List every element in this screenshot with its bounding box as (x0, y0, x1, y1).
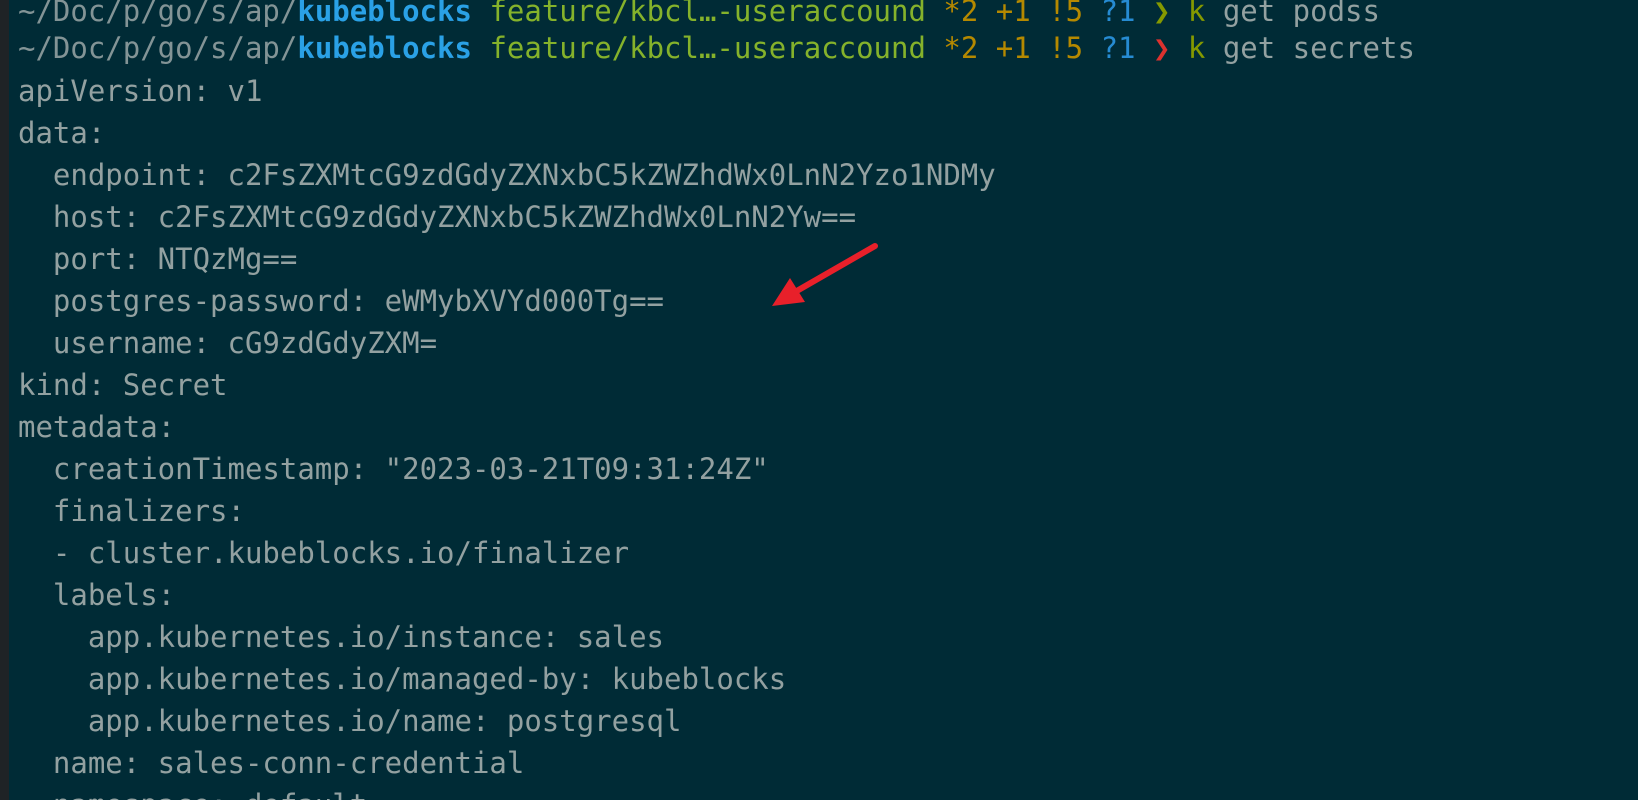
output-line: kind: Secret (18, 368, 228, 402)
command-args: get podss (1222, 0, 1380, 28)
prompt-symbol-ok: ❯ (1152, 0, 1171, 28)
prompt-staged-count: *2 (943, 31, 979, 65)
output-line: host: c2FsZXMtcG9zdGdyZXNxbC5kZWZhdWx0Ln… (18, 200, 857, 234)
output-line-password: postgres-password: eWMybXVYd000Tg== (18, 284, 665, 318)
prompt-path: ~/Doc/p/go/s/ap/ (18, 31, 298, 65)
prompt-branch: feature/kbcl…-useraccound (489, 31, 926, 65)
prompt-added-count: +1 (995, 0, 1031, 28)
prompt-modified-count: !5 (1048, 0, 1084, 28)
command-args: get secrets (1222, 31, 1415, 65)
output-line: port: NTQzMg== (18, 242, 298, 276)
window-left-border (0, 0, 9, 800)
output-line: name: sales-conn-credential (18, 746, 525, 780)
prompt-untracked-count: ?1 (1100, 0, 1136, 28)
prompt-added-count: +1 (995, 31, 1031, 65)
output-line: labels: (18, 578, 176, 612)
prompt-symbol-error: ❯ (1152, 31, 1171, 65)
output-line: apiVersion: v1 (18, 74, 263, 108)
prompt-modified-count: !5 (1048, 31, 1084, 65)
prompt-line-2: ~/Doc/p/go/s/ap/kubeblocks feature/kbcl…… (18, 27, 1415, 69)
output-line: finalizers: (18, 494, 245, 528)
prompt-path: ~/Doc/p/go/s/ap/ (18, 0, 298, 28)
output-line: app.kubernetes.io/managed-by: kubeblocks (18, 662, 787, 696)
output-line: creationTimestamp: "2023-03-21T09:31:24Z… (18, 452, 769, 486)
output-line: username: cG9zdGdyZXM= (18, 326, 438, 360)
prompt-repo: kubeblocks (297, 31, 472, 65)
output-line: data: (18, 116, 106, 150)
prompt-untracked-count: ?1 (1100, 31, 1136, 65)
prompt-staged-count: *2 (943, 0, 979, 28)
output-line: namespace: default (18, 784, 367, 800)
command-name: k (1187, 31, 1206, 65)
output-line: endpoint: c2FsZXMtcG9zdGdyZXNxbC5kZWZhdW… (18, 158, 996, 192)
output-line: app.kubernetes.io/name: postgresql (18, 704, 682, 738)
output-line: - cluster.kubeblocks.io/finalizer (18, 536, 630, 570)
output-line: metadata: (18, 410, 176, 444)
command-name: k (1187, 0, 1206, 28)
prompt-repo: kubeblocks (297, 0, 472, 28)
terminal-window[interactable]: ~/Doc/p/go/s/ap/kubeblocks feature/kbcl…… (0, 0, 1638, 800)
prompt-branch: feature/kbcl…-useraccound (489, 0, 926, 28)
output-line: app.kubernetes.io/instance: sales (18, 620, 665, 654)
